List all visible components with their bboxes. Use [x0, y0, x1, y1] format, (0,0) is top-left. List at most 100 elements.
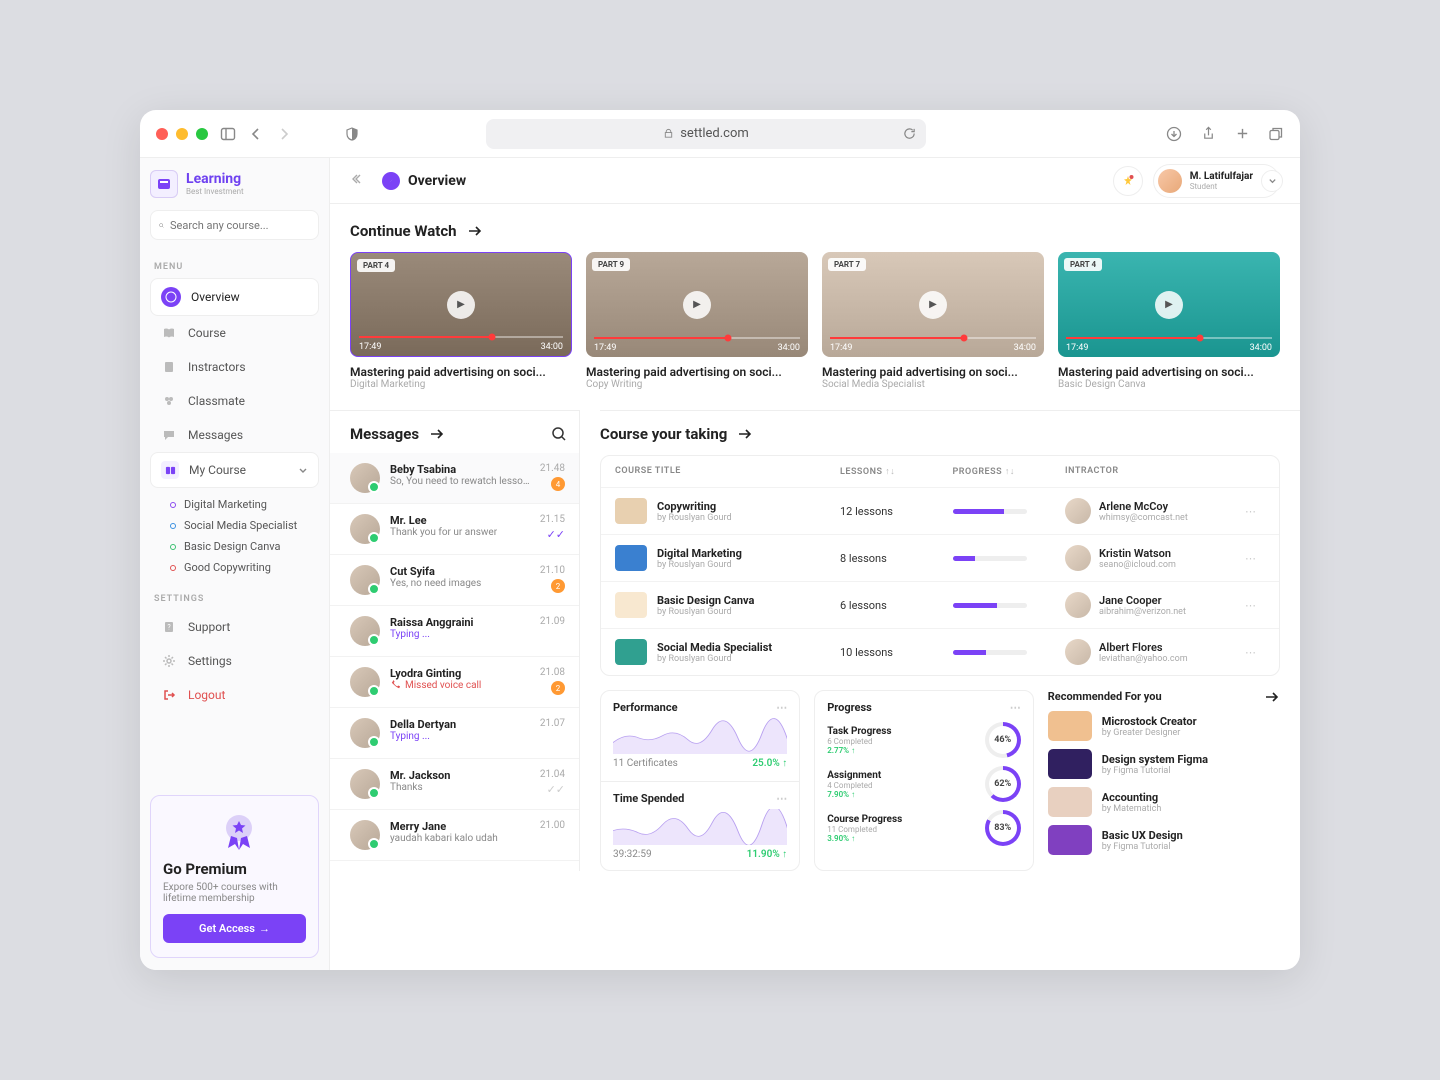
logo: Learning Best Investment: [150, 170, 319, 198]
folder-icon: [161, 461, 179, 479]
logo-title: Learning: [186, 172, 244, 187]
part-badge: PART 7: [828, 258, 866, 271]
shield-icon[interactable]: [344, 126, 360, 142]
video-title: Mastering paid advertising on soci...: [822, 365, 1044, 379]
message-preview: Yes, no need images: [390, 578, 530, 589]
more-icon[interactable]: ⋯: [1245, 505, 1265, 518]
avatar: [350, 514, 380, 544]
new-tab-icon[interactable]: [1234, 126, 1250, 142]
video-category: Social Media Specialist: [822, 379, 1044, 390]
nav-my-course[interactable]: My Course: [150, 452, 319, 488]
menu-label: MENU: [154, 262, 315, 272]
message-time: 21.15: [540, 514, 565, 525]
nav-settings[interactable]: Settings: [150, 644, 319, 678]
play-icon: ▶: [683, 291, 711, 319]
search-input[interactable]: [170, 219, 310, 232]
recommended-item[interactable]: Microstock Creatorby Greater Designer: [1048, 711, 1280, 741]
maximize-window[interactable]: [196, 128, 208, 140]
th-course-title: COURSE TITLE: [615, 466, 840, 477]
part-badge: PART 9: [592, 258, 630, 271]
performance-widget: Performance⋯ 11 Certificates25.0% ↑ Time…: [600, 690, 800, 871]
message-item[interactable]: Cut Syifa Yes, no need images 21.102: [330, 555, 579, 606]
nav-messages[interactable]: Messages: [150, 418, 319, 452]
sub-digital-marketing[interactable]: Digital Marketing: [170, 494, 319, 515]
th-progress[interactable]: PROGRESS ↑↓: [953, 466, 1066, 477]
share-icon[interactable]: [1200, 126, 1216, 142]
avatar: [350, 616, 380, 646]
nav-classmate[interactable]: Classmate: [150, 384, 319, 418]
collapse-sidebar-icon[interactable]: [350, 173, 366, 189]
recommended-item[interactable]: Accountingby Matematich: [1048, 787, 1280, 817]
message-preview: So, You need to rewatch lessons 7: [390, 476, 530, 487]
premium-button[interactable]: Get Access →: [163, 914, 306, 943]
message-name: Cut Syifa: [390, 565, 530, 578]
compass-icon: [161, 287, 181, 307]
user-role: Student: [1190, 182, 1253, 191]
play-icon: ▶: [1155, 291, 1183, 319]
message-preview: Typing ...: [390, 629, 530, 640]
sub-copywriting[interactable]: Good Copywriting: [170, 557, 319, 578]
avatar: [350, 565, 380, 595]
more-icon[interactable]: ⋯: [776, 792, 787, 805]
video-card[interactable]: PART 4 ▶ 17:4934:00 Mastering paid adver…: [1058, 252, 1280, 390]
video-card[interactable]: PART 7 ▶ 17:4934:00 Mastering paid adver…: [822, 252, 1044, 390]
sub-social-media[interactable]: Social Media Specialist: [170, 515, 319, 536]
search-messages-icon[interactable]: [551, 426, 567, 442]
course-row[interactable]: Basic Design Canvaby Rouslyan Gourd 6 le…: [601, 581, 1279, 628]
message-time: 21.07: [540, 718, 565, 729]
sub-basic-design[interactable]: Basic Design Canva: [170, 536, 319, 557]
message-name: Merry Jane: [390, 820, 530, 833]
user-name: M. Latifulfajar: [1190, 171, 1253, 182]
tabs-icon[interactable]: [1268, 126, 1284, 142]
video-card[interactable]: PART 9 ▶ 17:4934:00 Mastering paid adver…: [586, 252, 808, 390]
premium-title: Go Premium: [163, 860, 306, 878]
video-card[interactable]: PART 4 ▶ 17:4934:00 Mastering paid adver…: [350, 252, 572, 390]
more-icon[interactable]: ⋯: [1010, 701, 1021, 714]
nav-forward-icon[interactable]: [276, 126, 292, 142]
more-icon[interactable]: ⋯: [1245, 646, 1265, 659]
message-item[interactable]: Beby Tsabina So, You need to rewatch les…: [330, 453, 579, 504]
message-preview: Typing ...: [390, 731, 530, 742]
close-window[interactable]: [156, 128, 168, 140]
message-item[interactable]: Raissa Anggraini Typing ... 21.09: [330, 606, 579, 657]
user-menu[interactable]: M. LatifulfajarStudent: [1153, 164, 1280, 198]
nav-overview[interactable]: Overview: [150, 278, 319, 316]
more-icon[interactable]: ⋯: [1245, 552, 1265, 565]
avatar: [350, 667, 380, 697]
continue-watch-title: Continue Watch: [350, 222, 1280, 240]
sidebar-toggle-icon[interactable]: [220, 126, 236, 142]
message-item[interactable]: Lyodra Ginting Missed voice call 21.082: [330, 657, 579, 708]
avatar: [350, 463, 380, 493]
progress-item: Assignment4 Completed7.90% ↑ 62%: [827, 766, 1021, 802]
course-row[interactable]: Social Media Specialistby Rouslyan Gourd…: [601, 628, 1279, 675]
th-intractor: INTRACTOR: [1065, 466, 1245, 477]
recommended-item[interactable]: Design system Figmaby Figma Tutorial: [1048, 749, 1280, 779]
video-title: Mastering paid advertising on soci...: [1058, 365, 1280, 379]
notification-button[interactable]: [1113, 166, 1143, 196]
more-icon[interactable]: ⋯: [1245, 599, 1265, 612]
message-name: Mr. Lee: [390, 514, 530, 527]
video-category: Copy Writing: [586, 379, 808, 390]
nav-back-icon[interactable]: [248, 126, 264, 142]
search-box[interactable]: [150, 210, 319, 240]
message-item[interactable]: Merry Jane yaudah kabari kalo udah 21.00: [330, 810, 579, 861]
message-item[interactable]: Mr. Jackson Thanks 21.04✓✓: [330, 759, 579, 810]
course-row[interactable]: Copywritingby Rouslyan Gourd 12 lessons …: [601, 487, 1279, 534]
nav-support[interactable]: ?Support: [150, 610, 319, 644]
more-icon[interactable]: ⋯: [776, 701, 787, 714]
th-lessons[interactable]: LESSONS ↑↓: [840, 466, 953, 477]
message-item[interactable]: Della Dertyan Typing ... 21.07: [330, 708, 579, 759]
recommended-item[interactable]: Basic UX Designby Figma Tutorial: [1048, 825, 1280, 855]
part-badge: PART 4: [1064, 258, 1102, 271]
nav-logout[interactable]: Logout: [150, 678, 319, 712]
progress-item: Task Progress6 Completed2.77% ↑ 46%: [827, 722, 1021, 758]
course-row[interactable]: Digital Marketingby Rouslyan Gourd 8 les…: [601, 534, 1279, 581]
message-item[interactable]: Mr. Lee Thank you for ur answer 21.15✓✓: [330, 504, 579, 555]
logout-icon: [160, 686, 178, 704]
minimize-window[interactable]: [176, 128, 188, 140]
nav-course[interactable]: Course: [150, 316, 319, 350]
download-icon[interactable]: [1166, 126, 1182, 142]
message-name: Mr. Jackson: [390, 769, 530, 782]
url-bar[interactable]: settled.com: [486, 119, 926, 149]
nav-instractors[interactable]: Instractors: [150, 350, 319, 384]
